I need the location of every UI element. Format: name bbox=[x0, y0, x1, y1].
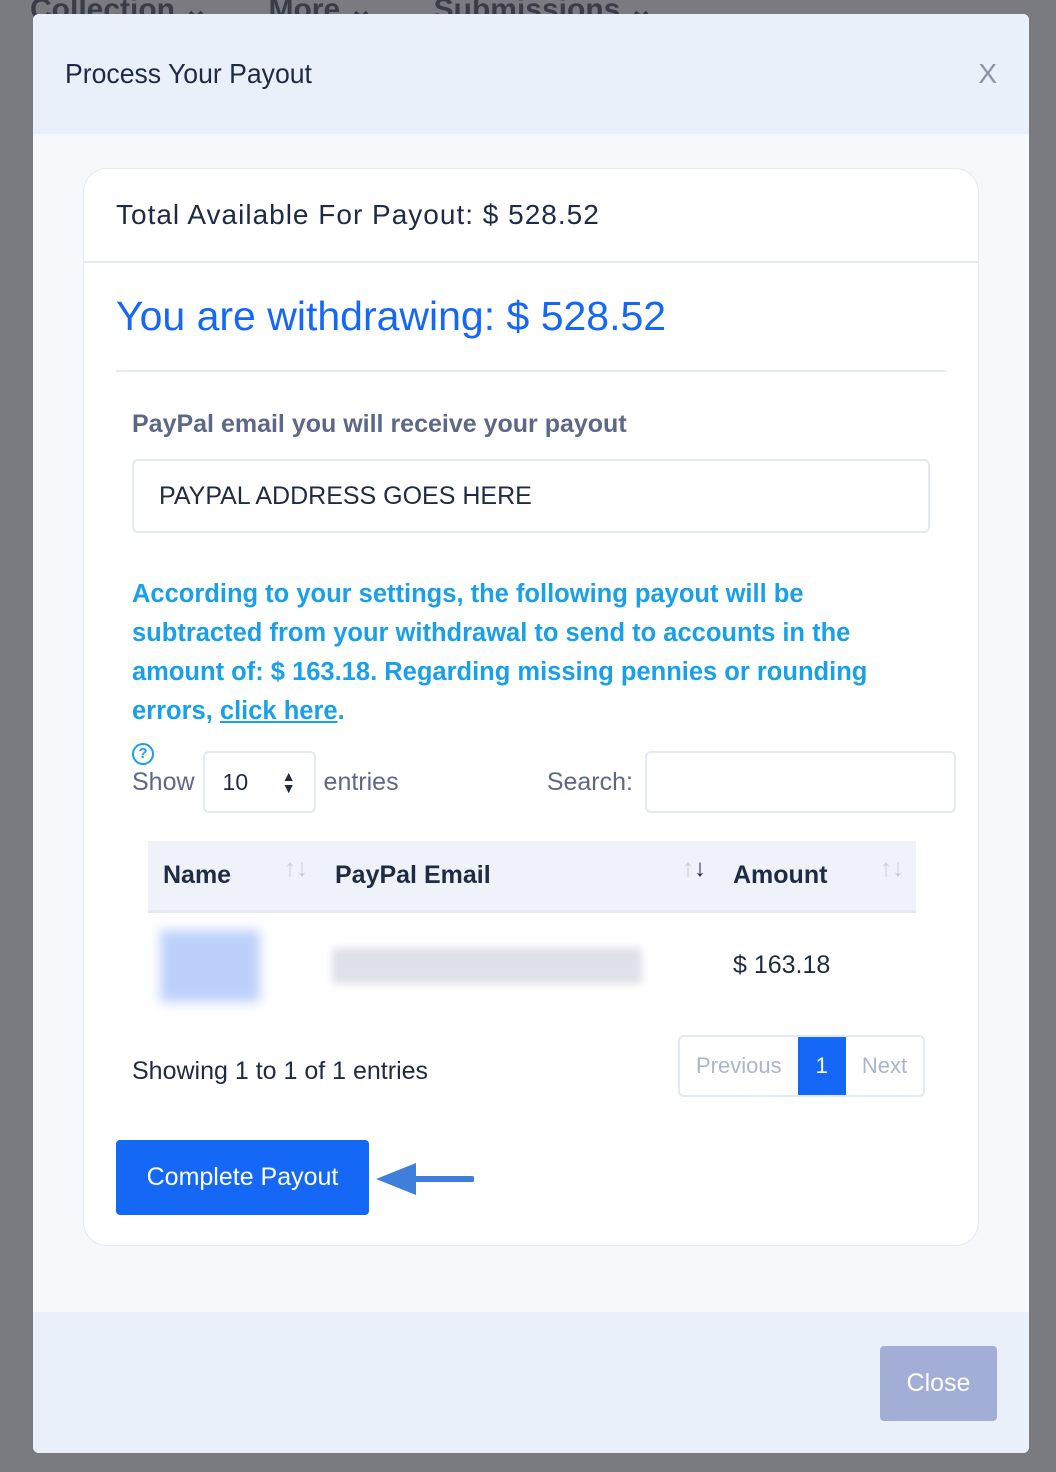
next-button[interactable]: Next bbox=[846, 1037, 923, 1095]
page-1-button[interactable]: 1 bbox=[797, 1037, 846, 1095]
header-email-label: PayPal Email bbox=[335, 860, 491, 889]
email-label: PayPal email you will receive your payou… bbox=[132, 410, 627, 438]
redacted-name bbox=[160, 929, 260, 1002]
note-end: . bbox=[337, 697, 345, 725]
payout-table: Name ↑↓ PayPal Email ↑↓ Amount ↑↓ $ 163.18 bbox=[148, 841, 916, 1019]
table-row: $ 163.18 bbox=[148, 911, 916, 1019]
payout-note: According to your settings, the followin… bbox=[132, 575, 930, 770]
header-paypal-email[interactable]: PayPal Email ↑↓ bbox=[320, 841, 718, 913]
header-name[interactable]: Name ↑↓ bbox=[148, 841, 320, 913]
payout-card: Total Available For Payout: $ 528.52 You… bbox=[83, 168, 979, 1246]
total-available: Total Available For Payout: $ 528.52 bbox=[84, 169, 978, 263]
search-input[interactable] bbox=[645, 751, 956, 813]
sort-updown-icon: ▲ ▼ bbox=[281, 768, 296, 796]
previous-button[interactable]: Previous bbox=[680, 1037, 798, 1095]
click-here-link[interactable]: click here bbox=[220, 697, 338, 725]
close-icon[interactable]: X bbox=[978, 58, 997, 90]
cell-amount: $ 163.18 bbox=[733, 951, 831, 980]
entries-select[interactable]: 10 ▲ ▼ bbox=[202, 751, 316, 813]
entries-value: 10 bbox=[222, 768, 249, 795]
cell-email bbox=[320, 911, 718, 1019]
search-label: Search: bbox=[546, 767, 633, 796]
arrow-left-icon bbox=[376, 1163, 474, 1195]
payout-modal: Process Your Payout X Total Available Fo… bbox=[33, 14, 1029, 1453]
pagination: Previous 1 Next bbox=[678, 1035, 926, 1097]
modal-title: Process Your Payout bbox=[65, 58, 312, 89]
header-amount[interactable]: Amount ↑↓ bbox=[718, 841, 916, 913]
show-label: Show bbox=[132, 767, 195, 796]
modal-footer: Close bbox=[33, 1312, 1029, 1453]
paypal-email-field[interactable]: PAYPAL ADDRESS GOES HERE bbox=[132, 459, 930, 533]
redacted-email bbox=[332, 947, 642, 984]
table-controls: Show 10 ▲ ▼ entries Search: bbox=[132, 751, 956, 813]
header-amount-label: Amount bbox=[733, 860, 828, 889]
complete-payout-button[interactable]: Complete Payout bbox=[116, 1140, 369, 1215]
cell-name bbox=[148, 911, 320, 1019]
entries-label: entries bbox=[323, 767, 399, 796]
entries-info: Showing 1 to 1 of 1 entries bbox=[132, 1057, 429, 1085]
sort-icon: ↑↓ bbox=[880, 855, 904, 882]
header-name-label: Name bbox=[163, 860, 232, 889]
modal-header: Process Your Payout X bbox=[33, 14, 1029, 134]
sort-desc-icon: ↑↓ bbox=[682, 855, 706, 882]
sort-icon: ↑↓ bbox=[284, 855, 308, 882]
withdrawing-amount: You are withdrawing: $ 528.52 bbox=[116, 293, 946, 372]
search-group: Search: bbox=[547, 751, 956, 813]
close-button[interactable]: Close bbox=[880, 1346, 997, 1421]
